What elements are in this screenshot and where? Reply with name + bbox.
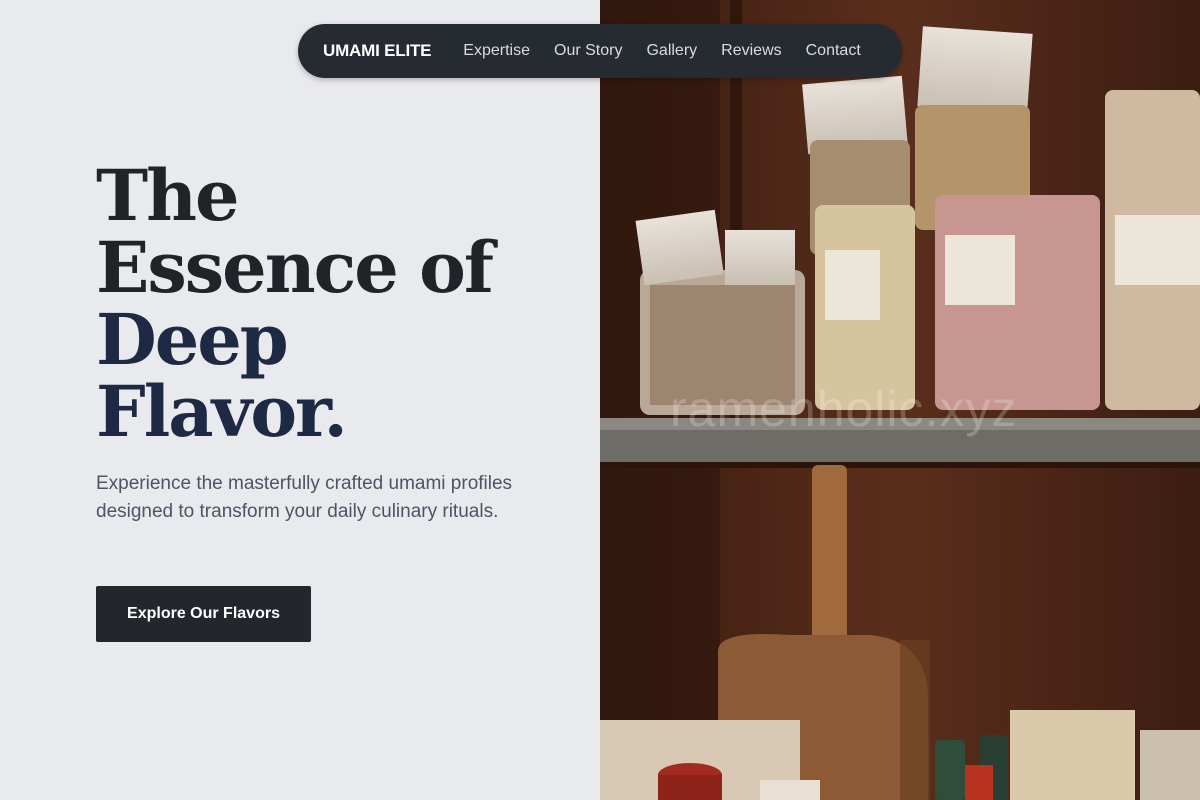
hero-title-line-4: Flavor.: [96, 370, 348, 453]
explore-flavors-button[interactable]: Explore Our Flavors: [96, 586, 311, 642]
shelf-edge: [600, 418, 1200, 430]
top-nav: UMAMI ELITE Expertise Our Story Gallery …: [298, 24, 902, 78]
hero-image: [600, 0, 1200, 800]
nav-link-gallery[interactable]: Gallery: [646, 42, 697, 60]
nav-link-contact[interactable]: Contact: [806, 42, 861, 60]
hero-title-line-1: The: [96, 154, 240, 237]
hero-title-line-2: Essence of: [96, 226, 494, 309]
hero-subtitle: Experience the masterfully crafted umami…: [96, 473, 513, 522]
pasta-shelf-photo: [600, 0, 1200, 800]
nav-link-reviews[interactable]: Reviews: [721, 42, 781, 60]
nav-link-our-story[interactable]: Our Story: [554, 42, 622, 60]
hero-title-line-3: Deep: [96, 298, 289, 381]
hero-text-panel: The Essence of Deep Flavor. Experience t…: [0, 0, 600, 800]
nav-link-expertise[interactable]: Expertise: [463, 42, 530, 60]
hero-title: The Essence of Deep Flavor.: [96, 154, 494, 453]
brand-logo[interactable]: UMAMI ELITE: [323, 41, 431, 61]
